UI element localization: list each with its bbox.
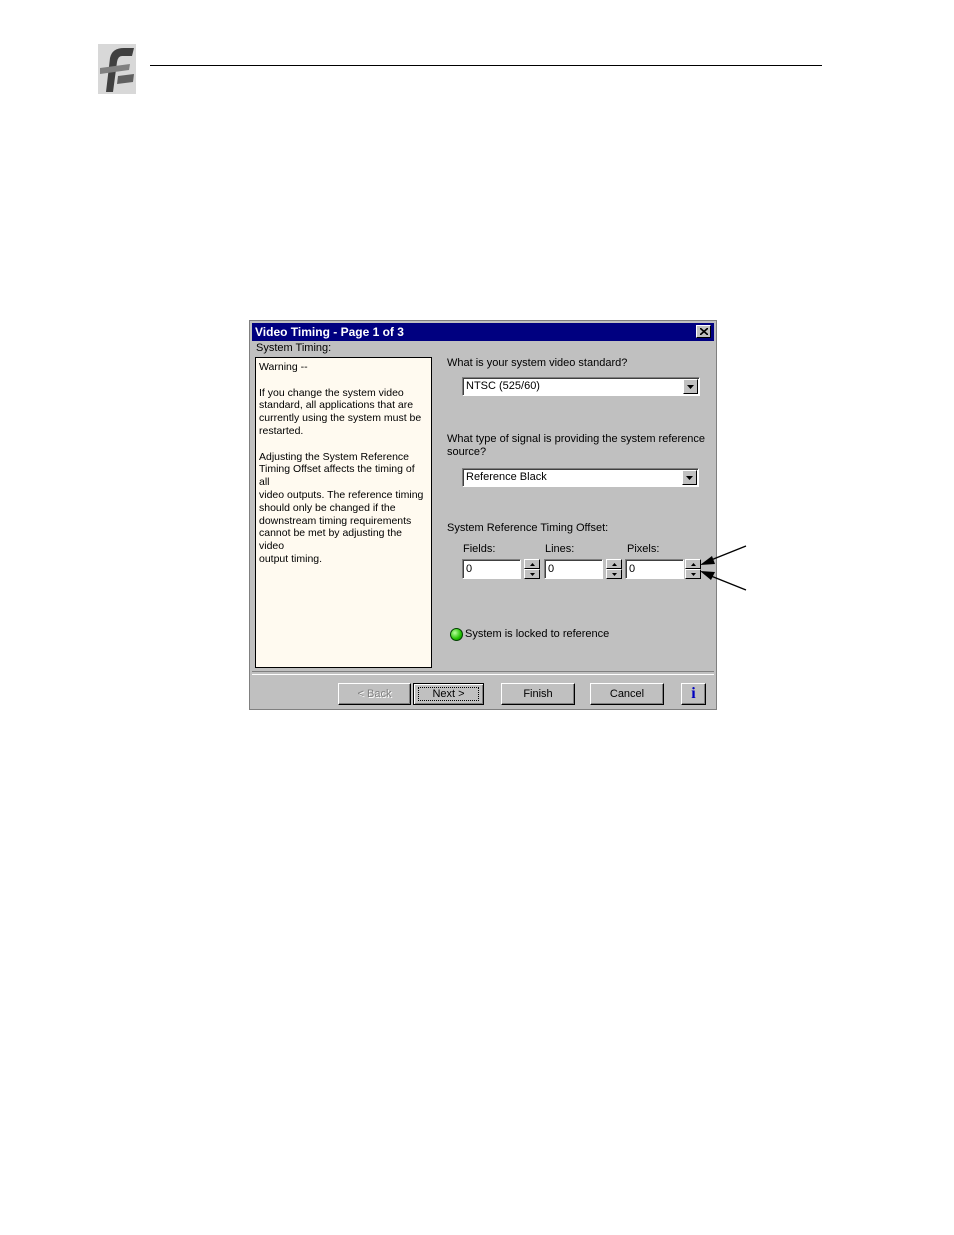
- pixels-label: Pixels:: [627, 543, 660, 555]
- reference-source-dropdown-button[interactable]: [682, 470, 697, 485]
- info-icon: i: [691, 685, 696, 702]
- video-standard-value: NTSC (525/60): [466, 380, 540, 392]
- fields-value: 0: [466, 563, 473, 575]
- fields-spinner[interactable]: [524, 559, 540, 579]
- close-button[interactable]: [696, 325, 711, 338]
- warning-line: currently using the system must be: [259, 412, 422, 425]
- lines-spinner[interactable]: [606, 559, 622, 579]
- pixels-value: 0: [629, 563, 636, 575]
- lines-decrement-button[interactable]: [606, 569, 622, 579]
- lines-value: 0: [548, 563, 555, 575]
- title-bar: Video Timing - Page 1 of 3: [252, 323, 714, 341]
- chevron-down-icon: [686, 476, 693, 480]
- finish-button[interactable]: Finish: [501, 683, 575, 705]
- finish-button-label: Finish: [523, 688, 553, 700]
- pixels-input[interactable]: 0: [625, 559, 684, 579]
- status-led-icon: [450, 628, 463, 641]
- fields-decrement-button[interactable]: [524, 569, 540, 579]
- warning-panel: Warning -- If you change the system vide…: [255, 357, 432, 668]
- warning-line: restarted.: [259, 424, 304, 437]
- warning-line: Timing Offset affects the timing of all: [259, 463, 415, 489]
- arrow-down-icon: [530, 573, 535, 576]
- info-button[interactable]: i: [681, 683, 706, 705]
- reference-source-value: Reference Black: [466, 471, 547, 483]
- cancel-button-label: Cancel: [609, 688, 645, 700]
- arrow-up-icon: [530, 563, 535, 566]
- chevron-down-icon: [687, 385, 694, 389]
- warning-line: video outputs. The reference timing: [259, 488, 424, 501]
- reference-source-question-line1: What type of signal is providing the sys…: [447, 433, 706, 445]
- fields-input[interactable]: 0: [462, 559, 521, 579]
- fields-increment-button[interactable]: [524, 559, 540, 569]
- arrow-up-icon: [612, 563, 617, 566]
- cancel-button[interactable]: Cancel: [590, 683, 664, 705]
- reference-source-select[interactable]: Reference Black: [462, 468, 699, 487]
- section-label: System Timing:: [256, 342, 332, 354]
- video-standard-question: What is your system video standard?: [447, 357, 628, 369]
- video-timing-dialog: Video Timing - Page 1 of 3 System Timing…: [249, 320, 717, 710]
- close-icon: [700, 328, 708, 335]
- arrow-down-icon: [612, 573, 617, 576]
- warning-line: standard, all applications that are: [259, 399, 414, 412]
- warning-line: should only be changed if the: [259, 501, 396, 514]
- back-button[interactable]: < Back: [338, 683, 411, 705]
- warning-heading: Warning --: [259, 361, 308, 373]
- timing-offset-label: System Reference Timing Offset:: [447, 522, 609, 534]
- lines-increment-button[interactable]: [606, 559, 622, 569]
- warning-line: cannot be met by adjusting the video: [259, 527, 403, 553]
- status-text: System is locked to reference: [465, 628, 610, 640]
- dialog-title: Video Timing - Page 1 of 3: [255, 325, 404, 339]
- company-logo-icon: [96, 42, 138, 96]
- video-standard-select[interactable]: NTSC (525/60): [462, 377, 700, 396]
- warning-line: output timing.: [259, 552, 323, 565]
- back-button-label: < Back: [357, 688, 392, 700]
- warning-line: Adjusting the System Reference: [259, 450, 409, 463]
- warning-line: If you change the system video: [259, 386, 404, 399]
- header-rule: [150, 65, 822, 66]
- next-button[interactable]: Next >: [413, 683, 484, 705]
- lines-label: Lines:: [545, 543, 575, 555]
- lines-input[interactable]: 0: [544, 559, 603, 579]
- arrow-head-down-icon: [700, 571, 715, 580]
- video-standard-dropdown-button[interactable]: [683, 379, 698, 394]
- warning-line: downstream timing requirements: [259, 514, 412, 527]
- reference-source-question-line2: source?: [447, 446, 487, 458]
- fields-label: Fields:: [463, 543, 496, 555]
- callout-arrows: [700, 545, 747, 591]
- arrow-head-up-icon: [700, 556, 715, 565]
- button-separator: [252, 671, 714, 675]
- focus-rectangle: [418, 687, 479, 701]
